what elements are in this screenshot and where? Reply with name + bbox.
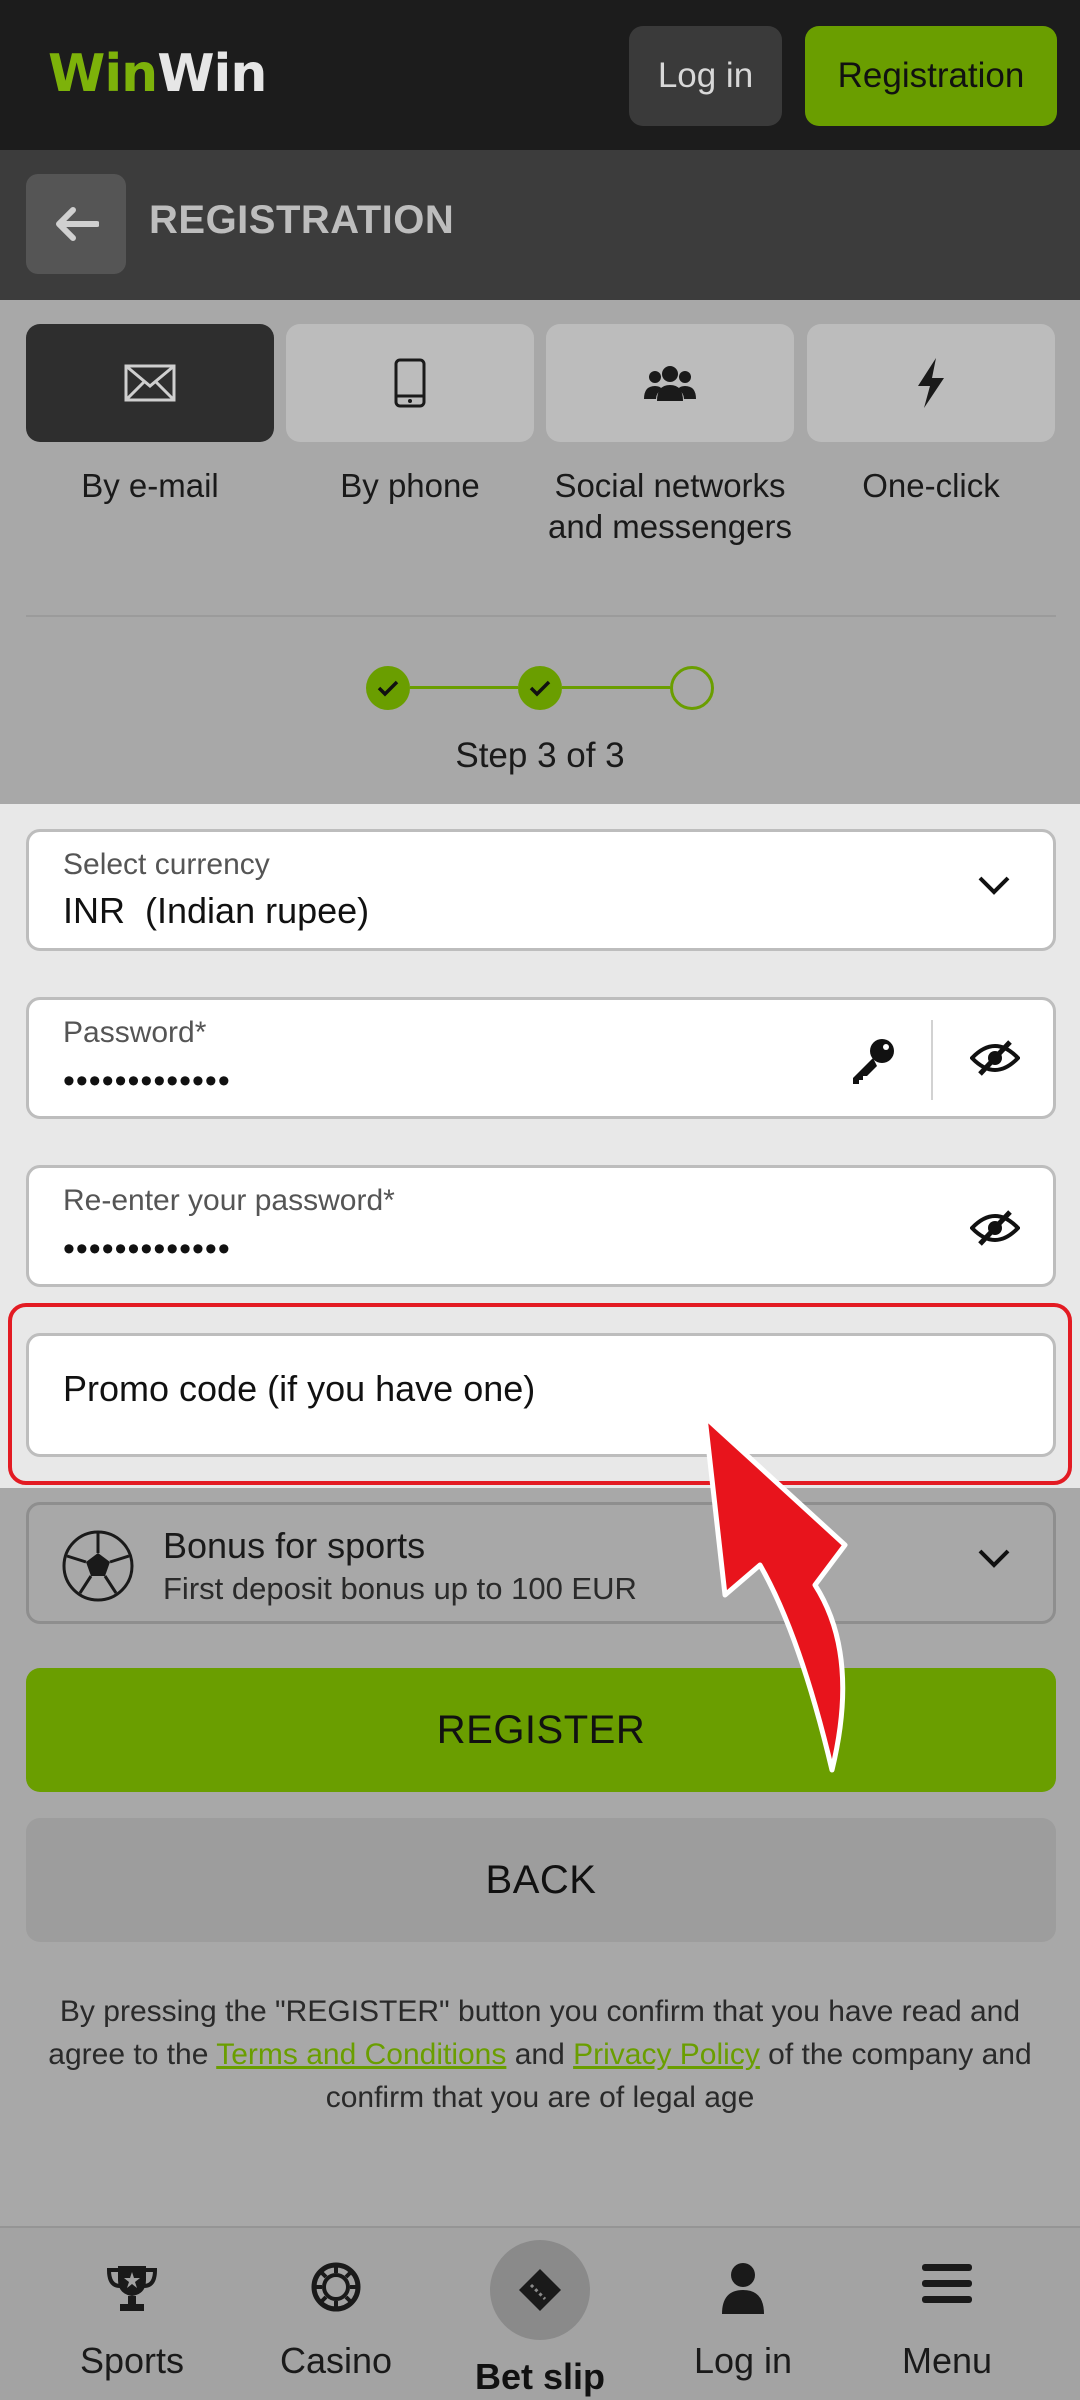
method-label-social: Social networks and messengers	[548, 467, 792, 545]
envelope-icon	[124, 364, 176, 402]
soccer-ball-icon	[62, 1530, 134, 1602]
hamburger-menu-icon	[922, 2264, 972, 2303]
trophy-icon	[106, 2266, 158, 2311]
promo-code-field[interactable]	[26, 1333, 1056, 1457]
step-2-complete	[518, 666, 562, 710]
bonus-title: Bonus for sports	[163, 1525, 426, 1566]
currency-code: INR	[63, 890, 125, 931]
legal-text-2: and	[506, 2038, 574, 2071]
password-field-separator	[931, 1020, 933, 1100]
users-icon	[644, 366, 696, 401]
nav-betslip-label[interactable]: Bet slip	[440, 2356, 640, 2398]
repeat-password-value: •••••••••••••	[63, 1230, 231, 1268]
page-title: REGISTRATION	[149, 198, 455, 242]
header-login-button[interactable]: Log in	[629, 26, 782, 126]
terms-link[interactable]: Terms and Conditions	[216, 2038, 506, 2071]
registration-methods: By e-mail By phone Social networks and m…	[0, 300, 1080, 804]
user-icon	[722, 2263, 764, 2314]
eye-hidden-icon[interactable]	[970, 1038, 1020, 1078]
chevron-down-icon	[978, 1549, 1010, 1568]
nav-betslip-button[interactable]	[490, 2240, 590, 2340]
currency-label: Select currency	[63, 848, 270, 881]
method-tab-phone[interactable]	[286, 324, 534, 442]
bonus-select[interactable]: Bonus for sports First deposit bonus up …	[26, 1502, 1056, 1624]
method-label-one-click: One-click	[862, 467, 1000, 504]
nav-sports[interactable]: Sports	[32, 2228, 232, 2400]
back-arrow-button[interactable]	[26, 174, 126, 274]
promo-code-input[interactable]	[63, 1368, 963, 1410]
step-connector-2	[562, 686, 670, 689]
password-label: Password*	[63, 1016, 207, 1049]
lightning-icon	[918, 358, 944, 408]
repeat-password-field[interactable]: Re-enter your password* •••••••••••••	[26, 1165, 1056, 1287]
chevron-down-icon	[978, 876, 1010, 895]
repeat-password-label: Re-enter your password*	[63, 1184, 395, 1217]
step-1-complete	[366, 666, 410, 710]
nav-menu[interactable]: Menu	[847, 2228, 1047, 2400]
register-button[interactable]: REGISTER	[26, 1668, 1056, 1792]
top-header: WinWin Log in Registration	[0, 0, 1080, 150]
phone-icon	[394, 358, 426, 408]
nav-casino-label: Casino	[279, 2340, 393, 2381]
method-label-email: By e-mail	[81, 467, 219, 504]
password-value: •••••••••••••	[63, 1062, 231, 1100]
legal-notice: By pressing the "REGISTER" button you co…	[24, 1990, 1056, 2119]
winwin-logo[interactable]: WinWin	[48, 44, 267, 104]
bottom-navigation: Sports Casino Bet slip Log in Menu	[0, 2226, 1080, 2400]
currency-select[interactable]: Select currency INR (Indian rupee)	[26, 829, 1056, 951]
logo-part-2: Win	[157, 44, 267, 104]
ticket-icon	[519, 2269, 561, 2311]
header-registration-button[interactable]: Registration	[805, 26, 1057, 126]
method-tab-email[interactable]	[26, 324, 274, 442]
title-bar: REGISTRATION	[0, 150, 1080, 300]
step-connector-1	[410, 686, 518, 689]
step-3-current	[670, 666, 714, 710]
privacy-link[interactable]: Privacy Policy	[573, 2038, 760, 2071]
logo-part-1: Win	[48, 44, 158, 104]
password-field[interactable]: Password* •••••••••••••	[26, 997, 1056, 1119]
casino-chip-icon	[311, 2262, 361, 2312]
back-button[interactable]: BACK	[26, 1818, 1056, 1942]
method-label-phone: By phone	[340, 467, 480, 504]
red-arrow-annotation	[702, 1414, 848, 1773]
step-indicator-text: Step 3 of 3	[455, 736, 625, 775]
nav-sports-label: Sports	[79, 2340, 185, 2381]
check-icon	[377, 680, 399, 697]
arrow-left-icon	[56, 207, 99, 241]
nav-menu-label: Menu	[901, 2340, 993, 2381]
nav-login-label: Log in	[693, 2340, 793, 2381]
key-icon[interactable]	[849, 1036, 897, 1086]
check-icon	[529, 680, 551, 697]
bonus-subtitle: First deposit bonus up to 100 EUR	[163, 1571, 637, 1606]
nav-casino[interactable]: Casino	[236, 2228, 436, 2400]
currency-name: (Indian rupee)	[145, 890, 370, 931]
nav-login[interactable]: Log in	[643, 2228, 843, 2400]
method-tab-one-click[interactable]	[807, 324, 1055, 442]
eye-hidden-icon[interactable]	[970, 1208, 1020, 1248]
currency-value: INR (Indian rupee)	[63, 890, 369, 932]
method-tab-social[interactable]	[546, 324, 794, 442]
methods-divider	[26, 615, 1056, 617]
